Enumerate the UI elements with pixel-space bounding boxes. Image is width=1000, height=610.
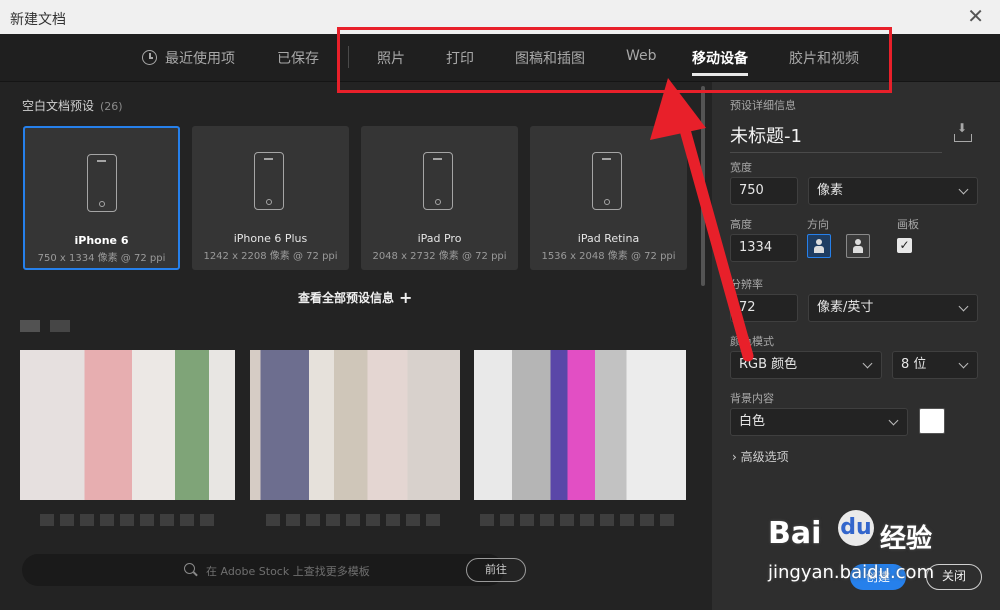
height-label: 高度: [730, 218, 752, 231]
width-unit-select[interactable]: 像素: [808, 177, 978, 205]
background-color-swatch[interactable]: [919, 408, 945, 434]
preset-card-iphone6[interactable]: iPhone 6 750 x 1334 像素 @ 72 ppi: [23, 126, 180, 270]
resolution-input[interactable]: 72: [730, 294, 798, 322]
view-all-presets-link[interactable]: 查看全部预设信息 +: [298, 288, 412, 307]
color-mode-value: RGB 颜色: [739, 357, 798, 372]
preset-name: iPad Retina: [577, 232, 640, 245]
preset-size: 750 x 1334 像素 @ 72 ppi: [37, 253, 166, 264]
width-unit-value: 像素: [817, 183, 844, 198]
tab-label: 最近使用项: [165, 51, 235, 67]
chevron-down-icon: [862, 358, 873, 369]
template-caption-blurred: [40, 514, 220, 526]
template-caption-blurred: [266, 514, 446, 526]
plus-icon: +: [399, 288, 413, 307]
tablet-icon: [423, 152, 453, 210]
preset-card-iphone6plus[interactable]: iPhone 6 Plus 1242 x 2208 像素 @ 72 ppi: [192, 126, 349, 270]
bit-depth-value: 8 位: [901, 357, 927, 372]
resolution-label: 分辨率: [730, 278, 763, 291]
preset-name: iPad Pro: [417, 232, 462, 245]
tab-recent[interactable]: 最近使用项: [142, 48, 235, 68]
artboard-label: 画板: [897, 218, 919, 231]
category-tab-bar: 最近使用项 已保存 照片 打印 图稿和插图 Web 移动设备 胶片和视频: [0, 34, 1000, 82]
preset-size: 2048 x 2732 像素 @ 72 ppi: [372, 251, 507, 262]
presets-panel: 空白文档预设 (26) iPhone 6 750 x 1334 像素 @ 72 p…: [0, 82, 712, 610]
color-mode-label: 颜色模式: [730, 335, 774, 348]
height-input[interactable]: 1334: [730, 234, 798, 262]
scrollbar-thumb[interactable]: [701, 86, 705, 286]
portrait-orientation-button[interactable]: [807, 234, 831, 258]
stock-search-bar[interactable]: 在 Adobe Stock 上查找更多模板 前往: [22, 554, 526, 586]
background-select[interactable]: 白色: [730, 408, 908, 436]
go-button[interactable]: 前往: [466, 558, 526, 582]
resolution-unit-value: 像素/英寸: [817, 300, 874, 315]
create-button[interactable]: 创建: [850, 564, 906, 590]
tab-film-video[interactable]: 胶片和视频: [789, 48, 859, 68]
preset-card-ipadretina[interactable]: iPad Retina 1536 x 2048 像素 @ 72 ppi: [530, 126, 687, 270]
tab-divider: [348, 46, 349, 68]
preset-card-ipadpro[interactable]: iPad Pro 2048 x 2732 像素 @ 72 ppi: [361, 126, 518, 270]
preset-count: (26): [100, 100, 123, 113]
details-header: 预设详细信息: [730, 99, 796, 112]
clock-icon: [142, 50, 157, 65]
presets-scrollbar[interactable]: [700, 86, 706, 606]
color-mode-select[interactable]: RGB 颜色: [730, 351, 882, 379]
advanced-options-toggle[interactable]: › 高级选项: [732, 448, 789, 465]
template-thumbnail[interactable]: [20, 350, 235, 500]
chevron-down-icon: [958, 358, 969, 369]
chevron-down-icon: [958, 184, 969, 195]
window-title: 新建文档: [10, 12, 66, 28]
preset-name: iPhone 6 Plus: [233, 232, 308, 245]
tab-photo[interactable]: 照片: [377, 48, 405, 68]
preset-size: 1242 x 2208 像素 @ 72 ppi: [203, 251, 338, 262]
bit-depth-select[interactable]: 8 位: [892, 351, 978, 379]
orientation-label: 方向: [807, 218, 829, 231]
template-caption-blurred: [480, 514, 680, 526]
tab-saved[interactable]: 已保存: [277, 48, 319, 68]
template-thumbnail[interactable]: [250, 350, 460, 500]
search-icon: [184, 563, 195, 574]
preset-details-panel: 预设详细信息 未标题-1 宽度 750 像素 高度 方向 画板 1334 ✓ 分…: [712, 82, 1000, 610]
advanced-options-label: 高级选项: [740, 450, 789, 464]
landscape-icon: [853, 239, 863, 253]
section-title-text: 空白文档预设: [22, 99, 95, 113]
tab-art-illustration[interactable]: 图稿和插图: [515, 48, 585, 68]
background-value: 白色: [739, 414, 766, 429]
close-icon[interactable]: ✕: [967, 4, 984, 28]
tab-print[interactable]: 打印: [446, 48, 474, 68]
document-name-input[interactable]: 未标题-1: [730, 122, 942, 153]
chevron-down-icon: [958, 301, 969, 312]
view-all-label: 查看全部预设信息: [298, 291, 395, 305]
artboard-checkbox[interactable]: ✓: [897, 238, 912, 253]
landscape-orientation-button[interactable]: [846, 234, 870, 258]
width-label: 宽度: [730, 161, 752, 174]
chevron-right-icon: ›: [732, 450, 737, 464]
template-thumbnail[interactable]: [474, 350, 686, 500]
preset-size: 1536 x 2048 像素 @ 72 ppi: [541, 251, 676, 262]
save-preset-icon[interactable]: [952, 121, 972, 142]
title-bar: 新建文档 ✕: [0, 0, 1000, 34]
chevron-down-icon: [888, 415, 899, 426]
tab-web[interactable]: Web: [626, 48, 657, 64]
background-label: 背景内容: [730, 392, 774, 405]
tablet-icon: [592, 152, 622, 210]
preset-name: iPhone 6: [74, 234, 129, 247]
width-input[interactable]: 750: [730, 177, 798, 205]
resolution-unit-select[interactable]: 像素/英寸: [808, 294, 978, 322]
phone-icon: [254, 152, 284, 210]
close-button[interactable]: 关闭: [926, 564, 982, 590]
portrait-icon: [814, 239, 824, 253]
templates-section-title-blurred: [20, 320, 70, 332]
phone-icon: [87, 154, 117, 212]
stock-search-placeholder: 在 Adobe Stock 上查找更多模板: [206, 565, 370, 578]
tab-mobile[interactable]: 移动设备: [692, 48, 748, 76]
presets-section-title: 空白文档预设 (26): [22, 97, 123, 114]
